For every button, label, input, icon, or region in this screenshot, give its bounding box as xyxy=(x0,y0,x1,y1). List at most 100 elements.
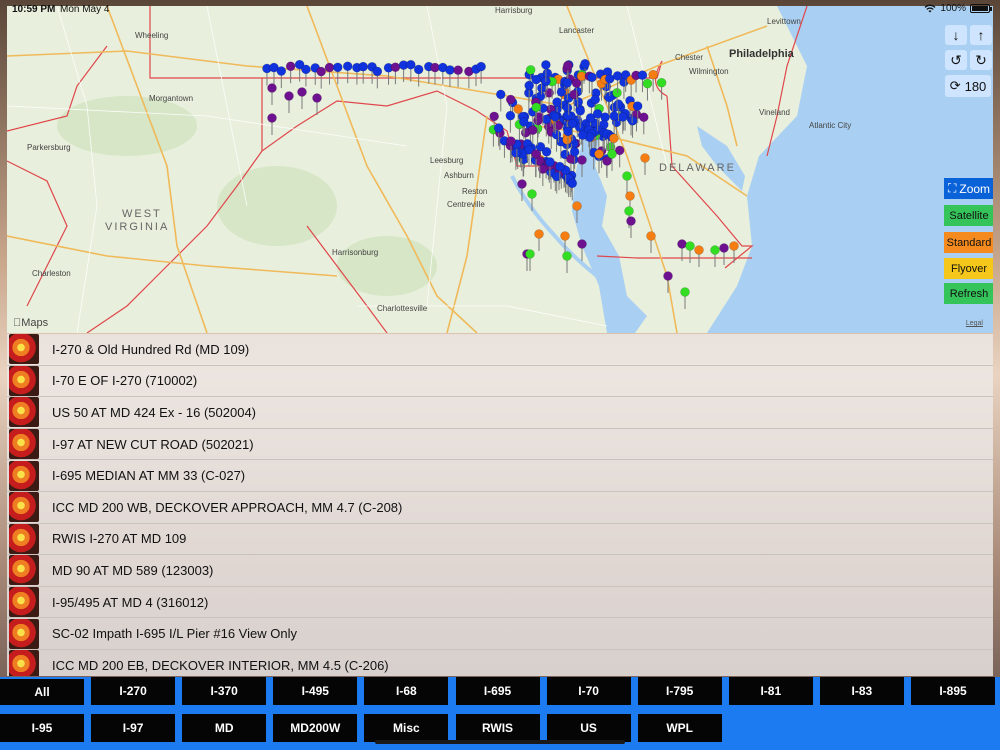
tab-i-95[interactable]: I-95 xyxy=(0,714,84,742)
camera-pin[interactable] xyxy=(577,130,588,140)
camera-list-item[interactable]: I-70 E OF I-270 (710002) xyxy=(7,365,993,398)
camera-pin[interactable] xyxy=(495,89,506,100)
camera-pin[interactable] xyxy=(390,62,401,73)
camera-pin[interactable] xyxy=(493,123,504,133)
camera-pin[interactable] xyxy=(560,231,570,241)
tab-i-695[interactable]: I-695 xyxy=(455,677,540,705)
camera-pin[interactable] xyxy=(527,189,537,199)
camera-pin[interactable] xyxy=(577,239,587,249)
camera-pin[interactable] xyxy=(626,216,636,226)
camera-pin[interactable] xyxy=(556,87,567,97)
camera-pin[interactable] xyxy=(551,129,562,140)
camera-list[interactable]: I-270 & Old Hundred Rd (MD 109) I-70 E OF… xyxy=(7,334,993,676)
camera-pin[interactable] xyxy=(332,62,343,73)
camera-pin[interactable] xyxy=(567,118,578,129)
camera-pin[interactable] xyxy=(531,149,541,159)
camera-pin[interactable] xyxy=(685,241,695,251)
camera-pin[interactable] xyxy=(413,64,424,75)
camera-pin[interactable] xyxy=(563,126,573,137)
camera-pin[interactable] xyxy=(276,66,287,76)
camera-list-item[interactable]: I-95/495 AT MD 4 (316012) xyxy=(7,586,993,619)
camera-pin[interactable] xyxy=(617,112,628,122)
camera-pin[interactable] xyxy=(587,72,597,83)
zoom-button[interactable]: ⛶ Zoom xyxy=(944,178,993,199)
camera-pin[interactable] xyxy=(624,206,634,216)
camera-pin[interactable] xyxy=(569,89,579,100)
camera-pin[interactable] xyxy=(525,249,535,259)
camera-pin[interactable] xyxy=(550,112,561,122)
camera-list-item[interactable]: MD 90 AT MD 589 (123003) xyxy=(7,555,993,587)
map-view[interactable]: Philadelphia DELAWARE WEST VIRGINIA Whee… xyxy=(7,6,993,333)
camera-list-item[interactable]: I-97 AT NEW CUT ROAD (502021) xyxy=(7,428,993,461)
camera-pin[interactable] xyxy=(506,136,516,146)
camera-pin[interactable] xyxy=(531,102,542,113)
camera-pin[interactable] xyxy=(625,191,635,201)
rotation-button[interactable]: ⟳ 180 xyxy=(945,75,991,97)
tab-misc[interactable]: Misc xyxy=(364,714,449,742)
camera-pin[interactable] xyxy=(267,113,277,123)
camera-pin[interactable] xyxy=(612,71,623,81)
camera-pin[interactable] xyxy=(301,64,311,75)
camera-list-item[interactable]: SC-02 Impath I-695 I/L Pier #16 View Onl… xyxy=(7,618,993,650)
camera-pin[interactable] xyxy=(524,80,534,91)
camera-pin[interactable] xyxy=(607,149,617,159)
camera-pin[interactable] xyxy=(677,239,687,249)
camera-pin[interactable] xyxy=(638,112,649,123)
tab-i-83[interactable]: I-83 xyxy=(819,677,904,705)
tab-rwis[interactable]: RWIS xyxy=(455,714,540,742)
camera-pin[interactable] xyxy=(541,146,552,157)
camera-pin[interactable] xyxy=(594,149,604,159)
camera-pin[interactable] xyxy=(710,245,720,255)
camera-pin[interactable] xyxy=(505,94,516,105)
camera-pin[interactable] xyxy=(324,62,335,73)
camera-pin[interactable] xyxy=(609,111,619,121)
camera-pin[interactable] xyxy=(569,147,580,157)
camera-pin[interactable] xyxy=(612,87,622,98)
camera-pin[interactable] xyxy=(567,178,578,189)
tab-i-795[interactable]: I-795 xyxy=(637,677,722,705)
camera-pin[interactable] xyxy=(640,153,650,163)
camera-pin[interactable] xyxy=(613,99,624,109)
tab-us[interactable]: US xyxy=(546,714,631,742)
tab-md[interactable]: MD xyxy=(182,714,267,742)
camera-pin[interactable] xyxy=(267,83,277,93)
camera-pin[interactable] xyxy=(453,65,463,75)
tab-i-70[interactable]: I-70 xyxy=(546,677,631,705)
standard-button[interactable]: Standard xyxy=(944,232,993,253)
camera-pin[interactable] xyxy=(592,109,603,119)
camera-list-item[interactable]: ICC MD 200 WB, DECKOVER APPROACH, MM 4.7… xyxy=(7,491,993,524)
camera-pin[interactable] xyxy=(312,93,322,103)
tab-i-81[interactable]: I-81 xyxy=(728,677,813,705)
camera-pin[interactable] xyxy=(541,60,551,70)
camera-pin[interactable] xyxy=(577,155,587,165)
camera-pin[interactable] xyxy=(680,287,690,297)
rotate-left-button[interactable]: ↺ xyxy=(945,50,967,70)
camera-pin[interactable] xyxy=(729,241,739,251)
camera-list-item[interactable]: I-695 MEDIAN AT MM 33 (C-027) xyxy=(7,460,993,492)
camera-pin[interactable] xyxy=(642,78,653,89)
camera-pin[interactable] xyxy=(580,59,590,69)
camera-list-item[interactable]: ICC MD 200 EB, DECKOVER INTERIOR, MM 4.5… xyxy=(7,649,993,676)
camera-list-item[interactable]: RWIS I-270 AT MD 109 xyxy=(7,523,993,556)
camera-pin[interactable] xyxy=(590,94,601,105)
camera-pin[interactable] xyxy=(562,78,573,88)
camera-pin[interactable] xyxy=(533,115,543,126)
camera-pin[interactable] xyxy=(656,77,667,88)
camera-pin[interactable] xyxy=(476,61,486,72)
camera-pin[interactable] xyxy=(632,101,643,111)
camera-pin[interactable] xyxy=(554,161,565,172)
camera-pin[interactable] xyxy=(719,243,729,253)
camera-pin[interactable] xyxy=(406,59,416,70)
camera-pin[interactable] xyxy=(531,74,541,85)
tab-all[interactable]: All xyxy=(0,677,84,705)
camera-pin[interactable] xyxy=(527,125,538,135)
map-canvas[interactable]: Philadelphia DELAWARE WEST VIRGINIA Whee… xyxy=(7,6,993,333)
satellite-button[interactable]: Satellite xyxy=(944,205,993,226)
tab-i-370[interactable]: I-370 xyxy=(182,677,267,705)
tab-i-495[interactable]: I-495 xyxy=(273,677,358,705)
camera-pin[interactable] xyxy=(489,111,499,122)
camera-pin[interactable] xyxy=(545,157,555,167)
camera-pin[interactable] xyxy=(562,135,572,145)
camera-pin[interactable] xyxy=(637,70,648,80)
camera-pin[interactable] xyxy=(284,91,294,101)
